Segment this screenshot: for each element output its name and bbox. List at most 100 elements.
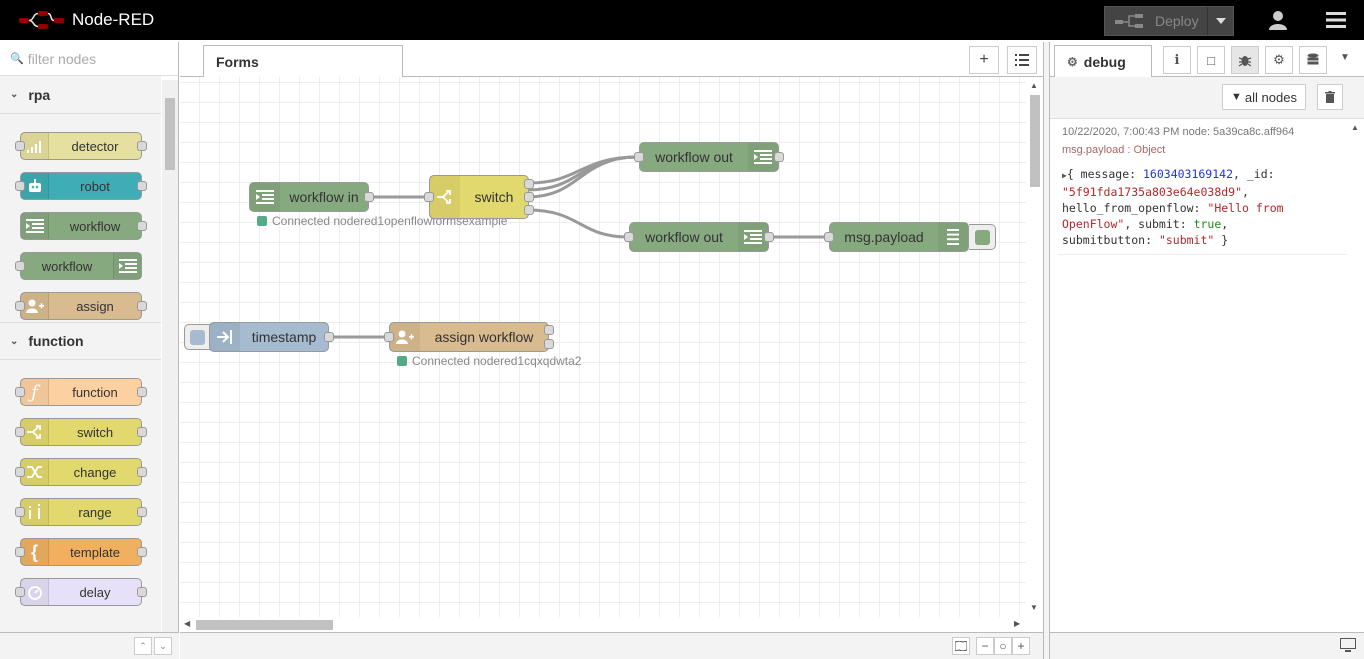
flow-list-button[interactable] <box>1007 46 1037 74</box>
tab-forms[interactable]: Forms <box>203 45 403 78</box>
sidebar-separator[interactable] <box>1043 42 1050 659</box>
sidebar-menu-caret-icon[interactable]: ▼ <box>1340 52 1350 63</box>
deploy-icon <box>1115 14 1143 28</box>
expand-all-icon[interactable]: ⌄ <box>154 637 172 655</box>
palette-node-template[interactable]: { template <box>15 538 147 566</box>
scrollbar-thumb[interactable] <box>196 620 333 630</box>
palette-node-function[interactable]: ƒ function <box>15 378 147 406</box>
hamburger-menu-icon <box>1326 12 1346 28</box>
output-port[interactable] <box>524 205 534 215</box>
monitor-icon[interactable] <box>1340 638 1356 655</box>
output-port[interactable] <box>324 332 334 342</box>
palette-node-range[interactable]: range <box>15 498 147 526</box>
flow-node-msg-payload[interactable]: msg.payload <box>824 222 969 252</box>
add-flow-button[interactable]: + <box>969 46 999 74</box>
output-port[interactable] <box>544 325 554 335</box>
flow-node-workflow-out-2[interactable]: workflow out <box>624 222 774 252</box>
zoom-in-icon[interactable]: + <box>1012 637 1030 655</box>
output-port[interactable] <box>774 152 784 162</box>
chevron-down-icon: ⌄ <box>10 89 19 100</box>
key-submitbutton: submitbutton: <box>1062 233 1159 247</box>
zoom-out-icon[interactable]: − <box>976 637 994 655</box>
flow-node-switch[interactable]: switch <box>424 175 534 219</box>
input-port[interactable] <box>634 152 644 162</box>
palette-node-workflow-out[interactable]: workflow <box>15 252 142 280</box>
chevron-down-icon: ⌄ <box>10 335 19 347</box>
scrollbar-thumb[interactable] <box>165 98 175 170</box>
flow-node-workflow-out-1[interactable]: workflow out <box>634 142 784 172</box>
user-plus-icon <box>21 293 49 319</box>
arrow-in-icon <box>210 323 240 351</box>
config-tab-button[interactable]: ⚙ <box>1265 46 1293 74</box>
sidebar: ⚙ debug i □ ⚙ ▼ ▼ all nodes 10/22/2020, … <box>1050 42 1364 659</box>
inject-button[interactable] <box>184 324 210 350</box>
deploy-menu-caret-icon[interactable] <box>1207 7 1233 35</box>
collapse-all-icon[interactable]: ⌃ <box>134 637 152 655</box>
palette-node-robot[interactable]: robot <box>15 172 147 200</box>
value-message: 1603403169142 <box>1143 167 1234 181</box>
scroll-up-arrow-icon[interactable]: ▲ <box>1351 123 1359 132</box>
output-port[interactable] <box>524 179 534 189</box>
palette-scrollbar[interactable] <box>162 80 178 632</box>
input-port[interactable] <box>384 332 394 342</box>
message-body[interactable]: ▶{ message: 1603403169142, _id: "5f91fda… <box>1062 166 1344 248</box>
palette-node-workflow-in[interactable]: workflow <box>20 212 147 240</box>
tab-label: Forms <box>216 54 259 70</box>
scroll-left-arrow-icon[interactable]: ◀ <box>184 619 190 628</box>
info-icon: i <box>1174 52 1180 68</box>
scroll-down-arrow-icon[interactable]: ▼ <box>1030 603 1038 612</box>
palette-node-assign[interactable]: assign <box>15 292 147 320</box>
input-port <box>15 587 25 597</box>
category-label: rpa <box>28 86 51 103</box>
scroll-right-arrow-icon[interactable]: ▶ <box>1014 619 1020 628</box>
context-tab-button[interactable] <box>1299 46 1327 74</box>
flow-canvas[interactable]: workflow in Connected nodered1openflowfo… <box>180 77 1026 617</box>
curly-brace-icon: { <box>21 539 49 565</box>
output-port[interactable] <box>764 232 774 242</box>
palette-node-switch[interactable]: switch <box>15 418 147 446</box>
info-tab-button[interactable]: i <box>1163 46 1191 74</box>
filter-nodes-input[interactable]: 🔍 filter nodes <box>0 42 178 76</box>
palette-node-detector[interactable]: detector <box>15 132 147 160</box>
debug-toggle-button[interactable] <box>969 224 996 250</box>
input-port[interactable] <box>824 232 834 242</box>
flow-node-timestamp[interactable]: timestamp <box>209 322 334 352</box>
output-port[interactable] <box>364 192 374 202</box>
node-label: workflow out <box>655 149 733 165</box>
category-header-rpa[interactable]: ⌄ rpa <box>0 76 161 114</box>
main-menu-button[interactable] <box>1316 0 1356 40</box>
palette-node-delay[interactable]: delay <box>15 578 147 606</box>
scroll-up-arrow-icon[interactable]: ▲ <box>1030 81 1038 90</box>
navigator-map-icon[interactable] <box>952 637 970 655</box>
output-port[interactable] <box>544 339 554 349</box>
output-port[interactable] <box>524 192 534 202</box>
deploy-button[interactable]: Deploy <box>1104 6 1234 36</box>
tab-debug[interactable]: ⚙ debug <box>1054 45 1152 78</box>
node-red-logo-icon <box>19 11 64 29</box>
list-icon <box>21 213 49 239</box>
value-id: "5f91fda1735a803e64e038d9" <box>1062 185 1243 199</box>
list-icon <box>250 183 280 211</box>
debug-message: 10/22/2020, 7:00:43 PM node: 5a39ca8c.af… <box>1058 119 1348 255</box>
filter-all-nodes-button[interactable]: ▼ all nodes <box>1222 84 1306 110</box>
input-port[interactable] <box>624 232 634 242</box>
trash-icon <box>1325 91 1335 103</box>
user-button[interactable] <box>1258 0 1298 40</box>
flow-node-assign-workflow[interactable]: assign workflow <box>384 322 554 352</box>
output-port <box>137 181 147 191</box>
canvas-horizontal-scrollbar[interactable]: ◀ ▶ <box>180 617 1026 632</box>
sidebar-scrollbar[interactable]: ▲ <box>1347 119 1364 632</box>
zoom-reset-icon[interactable]: ○ <box>994 637 1012 655</box>
filter-icon: ▼ <box>1231 91 1242 103</box>
canvas-vertical-scrollbar[interactable]: ▲ ▼ <box>1026 77 1043 617</box>
flow-node-workflow-in[interactable]: workflow in <box>249 182 374 212</box>
tab-label: debug <box>1083 53 1126 70</box>
debug-tab-button[interactable] <box>1231 46 1259 74</box>
scrollbar-thumb[interactable] <box>1030 95 1040 187</box>
category-header-function[interactable]: ⌄ function <box>0 322 161 360</box>
palette-node-change[interactable]: change <box>15 458 147 486</box>
clear-messages-button[interactable] <box>1317 84 1343 110</box>
help-tab-button[interactable]: □ <box>1197 46 1225 74</box>
input-port[interactable] <box>424 192 434 202</box>
switch-icon <box>21 419 49 445</box>
